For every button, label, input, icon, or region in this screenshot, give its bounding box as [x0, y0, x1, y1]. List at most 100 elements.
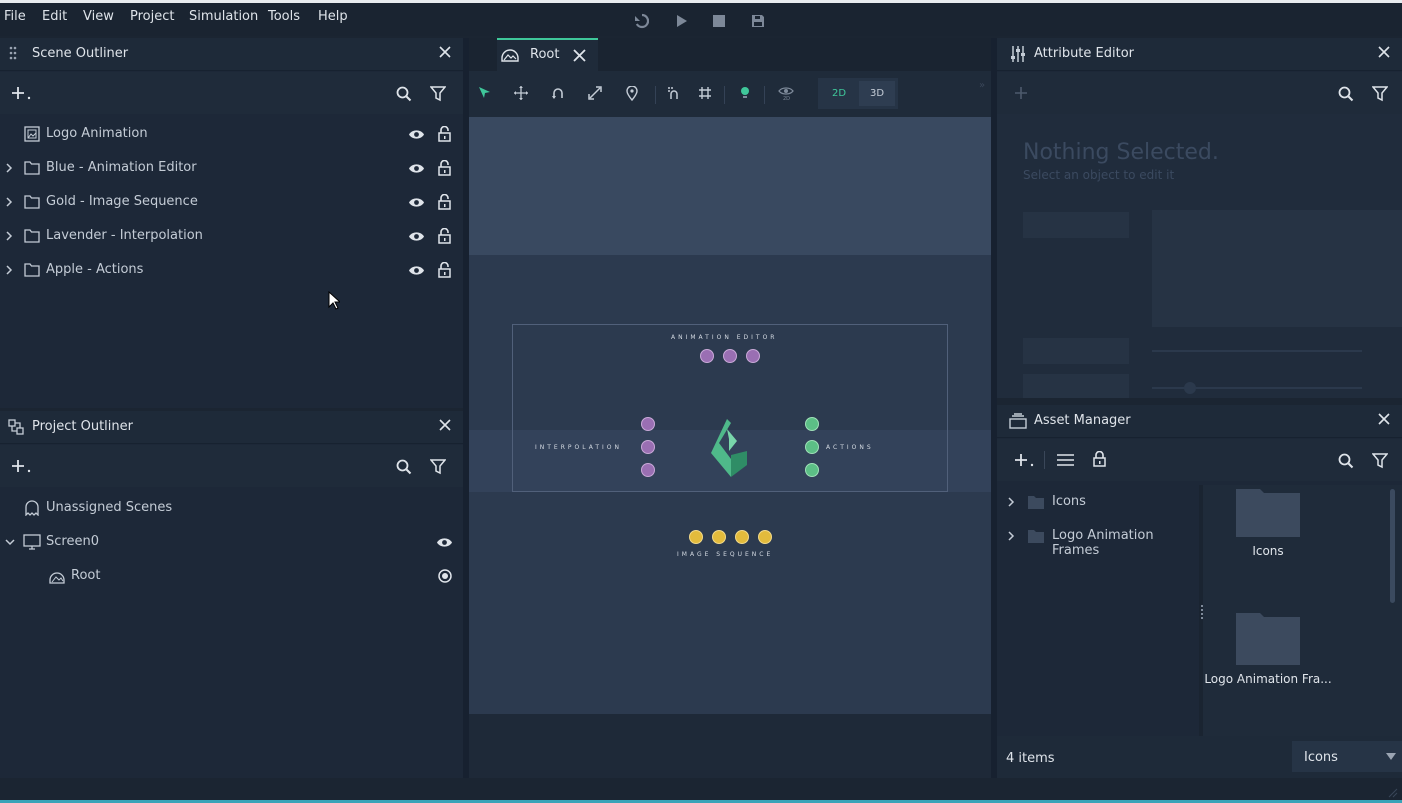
eye-icon[interactable]	[436, 537, 453, 548]
chevron-right-icon[interactable]	[5, 230, 13, 242]
asset-manager-header: Asset Manager	[997, 405, 1402, 438]
pivot-tool-icon[interactable]	[622, 83, 642, 103]
add-icon[interactable]	[12, 459, 32, 473]
grid-icon[interactable]	[695, 83, 715, 103]
close-icon[interactable]	[439, 46, 453, 60]
scene-canvas[interactable]: ANIMATION EDITOR INTERPOLATION ACTIONS I…	[469, 117, 991, 714]
lock-open-icon[interactable]	[438, 228, 451, 244]
scene-item-blue-animation-editor[interactable]: Blue - Animation Editor	[0, 151, 455, 185]
mode-3d-button[interactable]: 3D	[859, 81, 895, 106]
radio-selected-icon[interactable]	[438, 569, 452, 583]
project-outliner-title: Project Outliner	[32, 419, 133, 434]
snap-icon[interactable]	[664, 83, 684, 103]
light-bulb-icon[interactable]	[735, 83, 755, 103]
search-icon[interactable]	[1338, 86, 1354, 102]
eye-icon[interactable]	[408, 163, 425, 174]
add-icon[interactable]	[12, 86, 32, 100]
camera-view-icon[interactable]: 2D	[776, 83, 796, 103]
filter-icon[interactable]	[1372, 86, 1388, 102]
project-outliner-toolbar	[0, 445, 463, 487]
resize-grip-icon[interactable]	[1386, 786, 1398, 798]
eye-icon[interactable]	[408, 197, 425, 208]
eye-icon[interactable]	[408, 129, 425, 140]
lock-open-icon[interactable]	[438, 194, 451, 210]
select-tool-icon[interactable]	[475, 83, 495, 103]
menu-tools[interactable]: Tools	[268, 9, 300, 24]
lock-icon[interactable]	[1093, 451, 1106, 467]
menu-bar: File Edit View Project Simulation Tools …	[0, 0, 1402, 36]
folder-icon	[24, 194, 40, 209]
search-icon[interactable]	[396, 459, 412, 475]
filter-icon[interactable]	[1372, 453, 1388, 469]
drag-handle-icon[interactable]	[9, 46, 17, 62]
rotate-tool-icon[interactable]	[548, 83, 568, 103]
close-icon[interactable]	[1378, 413, 1392, 427]
menu-simulation[interactable]: Simulation	[189, 9, 258, 24]
chevron-right-icon[interactable]	[1007, 530, 1015, 542]
restart-icon[interactable]	[632, 12, 650, 30]
scene-item-lavender-interpolation[interactable]: Lavender - Interpolation	[0, 219, 455, 253]
scrollbar[interactable]	[1390, 489, 1395, 603]
lavender-dot	[641, 417, 655, 431]
view-select-value: Icons	[1304, 750, 1338, 765]
play-icon[interactable]	[672, 12, 690, 30]
scene-item-apple-actions[interactable]: Apple - Actions	[0, 253, 455, 287]
scene-outliner-header: Scene Outliner	[0, 38, 463, 71]
chevron-down-icon[interactable]	[4, 538, 15, 550]
asset-tree: Icons Logo Animation Frames	[997, 485, 1199, 736]
asset-grid-item-icons[interactable]: Icons	[1203, 485, 1333, 569]
scene-item-logo-animation[interactable]: Logo Animation	[0, 117, 455, 151]
asset-grid-item-logo-animation-frames[interactable]: Logo Animation Fra...	[1203, 613, 1333, 697]
stop-icon[interactable]	[710, 12, 728, 30]
gold-dot	[758, 530, 772, 544]
filter-icon[interactable]	[430, 459, 446, 475]
eye-icon[interactable]	[408, 231, 425, 242]
view-select[interactable]: Icons	[1292, 741, 1402, 772]
search-icon[interactable]	[396, 86, 412, 102]
lock-open-icon[interactable]	[438, 160, 451, 176]
green-dot	[805, 417, 819, 431]
close-icon[interactable]	[1378, 46, 1392, 60]
asset-tree-item-icons[interactable]: Icons	[997, 485, 1199, 519]
filter-icon[interactable]	[430, 86, 446, 102]
project-item-unassigned-scenes[interactable]: Unassigned Scenes	[0, 491, 455, 525]
asset-grid-label: Logo Animation Fra...	[1204, 672, 1332, 686]
add-icon[interactable]	[1015, 453, 1035, 467]
move-tool-icon[interactable]	[511, 83, 531, 103]
lavender-dot	[700, 349, 714, 363]
project-item-label: Screen0	[46, 534, 99, 549]
project-outliner-header: Project Outliner	[0, 411, 463, 444]
stack-icon	[1009, 413, 1027, 429]
close-tab-icon[interactable]	[573, 49, 586, 62]
mode-2d-button[interactable]: 2D	[821, 81, 857, 106]
monitor-icon	[23, 534, 41, 550]
lock-open-icon[interactable]	[438, 262, 451, 278]
folder-icon	[24, 262, 40, 277]
scale-tool-icon[interactable]	[585, 83, 605, 103]
overflow-icon[interactable]: »	[979, 80, 985, 91]
project-item-root[interactable]: Root	[0, 559, 455, 593]
chevron-right-icon[interactable]	[5, 264, 13, 276]
gold-dot	[712, 530, 726, 544]
close-icon[interactable]	[439, 419, 453, 433]
menu-help[interactable]: Help	[318, 9, 348, 24]
menu-file[interactable]: File	[4, 9, 26, 24]
menu-project[interactable]: Project	[130, 9, 174, 24]
lock-open-icon[interactable]	[438, 126, 451, 142]
gold-dot	[735, 530, 749, 544]
menu-edit[interactable]: Edit	[42, 9, 67, 24]
tab-root[interactable]: Root	[497, 38, 598, 71]
chevron-right-icon[interactable]	[1007, 496, 1015, 508]
scene-item-gold-image-sequence[interactable]: Gold - Image Sequence	[0, 185, 455, 219]
eye-icon[interactable]	[408, 265, 425, 276]
menu-view[interactable]: View	[83, 9, 114, 24]
list-view-icon[interactable]	[1057, 453, 1074, 467]
asset-tree-item-logo-animation-frames[interactable]: Logo Animation Frames	[997, 519, 1199, 558]
folder-icon	[24, 160, 40, 175]
chevron-right-icon[interactable]	[5, 162, 13, 174]
add-icon[interactable]	[1014, 86, 1028, 100]
save-icon[interactable]	[749, 12, 767, 30]
chevron-right-icon[interactable]	[5, 196, 13, 208]
search-icon[interactable]	[1338, 453, 1354, 469]
project-item-screen0[interactable]: Screen0	[0, 525, 455, 559]
